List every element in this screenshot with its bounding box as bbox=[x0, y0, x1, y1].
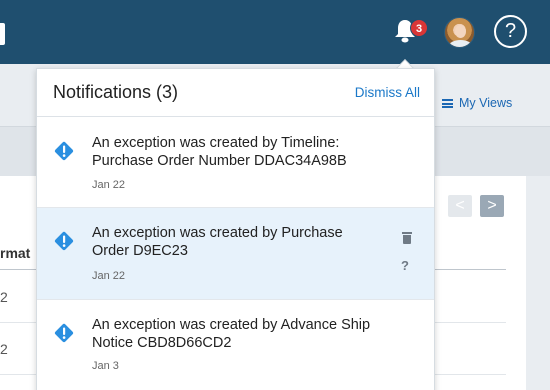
help-icon[interactable]: ? bbox=[401, 258, 409, 273]
table-cell: 2 bbox=[0, 289, 8, 305]
notification-message: An exception was created by Timeline: Pu… bbox=[92, 135, 347, 169]
notifications-panel: Notifications (3) Dismiss All An excepti… bbox=[36, 68, 435, 390]
dismiss-all-link[interactable]: Dismiss All bbox=[355, 85, 420, 100]
notification-message: An exception was created by Advance Ship… bbox=[92, 317, 371, 351]
avatar[interactable] bbox=[444, 17, 475, 48]
trash-lid bbox=[402, 232, 412, 234]
exception-icon bbox=[54, 323, 74, 343]
avatar-shoulders bbox=[449, 40, 472, 47]
pager-next-button[interactable]: > bbox=[480, 195, 504, 217]
trash-icon[interactable] bbox=[402, 232, 412, 244]
panel-header: Notifications (3) Dismiss All bbox=[37, 69, 434, 117]
notification-item[interactable]: An exception was created by Purchase Ord… bbox=[37, 208, 434, 300]
table-cell: 2 bbox=[0, 341, 8, 357]
notification-message: An exception was created by Purchase Ord… bbox=[92, 225, 343, 259]
notification-date: Jan 22 bbox=[92, 179, 126, 191]
notification-item[interactable]: An exception was created by Advance Ship… bbox=[37, 300, 434, 390]
exception-icon bbox=[54, 141, 74, 161]
notification-item[interactable]: An exception was created by Timeline: Pu… bbox=[37, 118, 434, 208]
notification-date: Jan 3 bbox=[92, 360, 119, 372]
panel-title: Notifications (3) bbox=[53, 82, 179, 102]
column-header[interactable]: rmat bbox=[0, 245, 30, 261]
pager-prev-button[interactable]: < bbox=[448, 195, 472, 217]
help-button[interactable]: ? bbox=[494, 15, 527, 48]
my-views-link[interactable]: My Views bbox=[442, 96, 512, 110]
avatar-face bbox=[455, 25, 466, 38]
search-input[interactable] bbox=[0, 23, 5, 45]
notification-date: Jan 22 bbox=[92, 270, 126, 282]
notifications-button[interactable]: 3 bbox=[386, 12, 428, 52]
trash-can bbox=[403, 235, 411, 244]
exception-icon bbox=[54, 231, 74, 251]
list-icon bbox=[442, 99, 453, 108]
page-margin bbox=[526, 176, 550, 390]
my-views-label: My Views bbox=[459, 96, 513, 110]
top-bar: 3 ? bbox=[0, 0, 550, 64]
notification-count-badge: 3 bbox=[410, 19, 428, 37]
